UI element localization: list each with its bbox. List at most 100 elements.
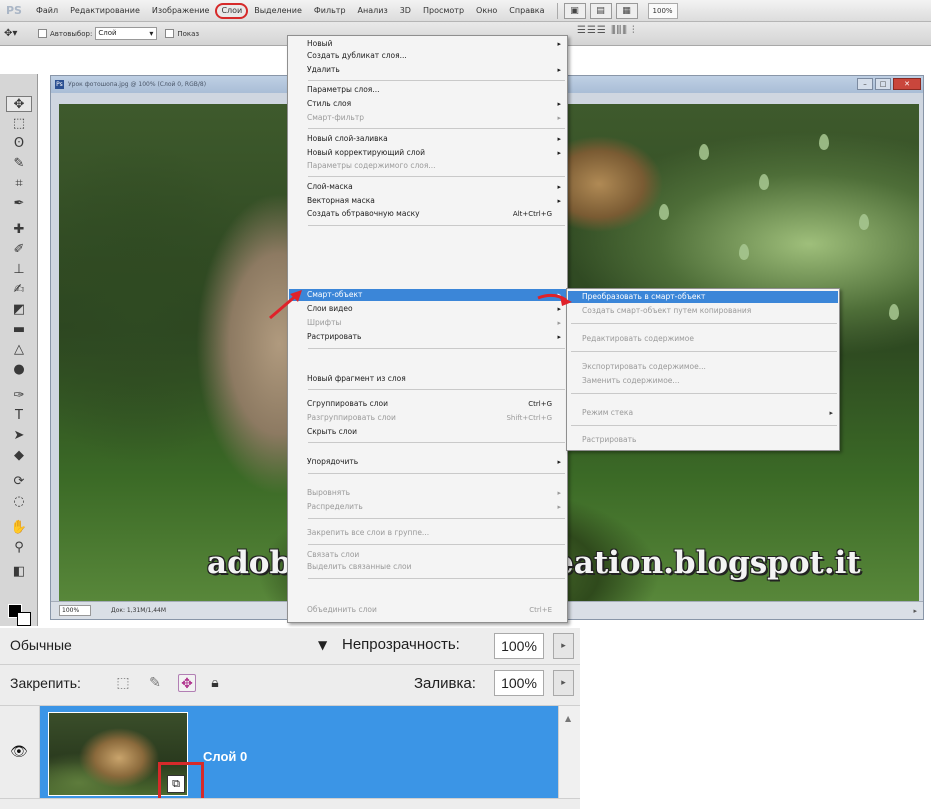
menu-item-new-smart-object-via-copy[interactable]: Создать смарт-объект путем копирования bbox=[568, 305, 838, 317]
menu-item-arrange[interactable]: Упорядочить ▸ bbox=[289, 456, 566, 468]
type-tool-icon[interactable]: T bbox=[6, 408, 32, 424]
healing-tool-icon[interactable]: ✚ bbox=[6, 222, 32, 238]
menu-item-convert-to-smart-object[interactable]: Преобразовать в смарт-объект bbox=[568, 291, 838, 303]
menu-item-replace-contents[interactable]: Заменить содержимое... bbox=[568, 375, 838, 387]
menu-file[interactable]: Файл bbox=[30, 3, 64, 19]
menu-item-align[interactable]: Выровнять ▸ bbox=[289, 487, 566, 499]
menu-item-label: Преобразовать в смарт-объект bbox=[582, 292, 706, 301]
menu-select[interactable]: Выделение bbox=[248, 3, 308, 19]
crop-tool-icon[interactable]: ⌗ bbox=[6, 176, 32, 192]
menu-window[interactable]: Окно bbox=[470, 3, 503, 19]
clone-stamp-tool-icon[interactable]: ⊥ bbox=[6, 262, 32, 278]
move-tool-icon[interactable]: ✥▾ bbox=[4, 28, 30, 39]
menu-item-layer-content-options[interactable]: Параметры содержимого слоя... bbox=[289, 160, 566, 172]
align-distribute-icons[interactable]: ☰☰☰ ⫼⫼⫼ ⫶ bbox=[577, 25, 636, 36]
menu-item-label: Удалить bbox=[307, 65, 340, 74]
eye-icon[interactable]: 👁︎ bbox=[10, 744, 28, 760]
menu-analysis[interactable]: Анализ bbox=[352, 3, 394, 19]
default-colors-icon[interactable]: ◧ bbox=[6, 564, 32, 580]
3d-orbit-tool-icon[interactable]: ◌ bbox=[6, 494, 32, 510]
menu-item-link-layers[interactable]: Связать слои bbox=[289, 549, 566, 561]
quick-select-tool-icon[interactable]: ✎ bbox=[6, 156, 32, 172]
menu-item-ungroup-layers[interactable]: Разгруппировать слои Shift+Ctrl+G bbox=[289, 412, 566, 424]
menu-item-smart-object[interactable]: Смарт-объект ▸ bbox=[289, 289, 566, 301]
menu-item-video-layers[interactable]: Слои видео ▸ bbox=[289, 303, 566, 315]
menu-help[interactable]: Справка bbox=[503, 3, 550, 19]
menu-item-select-linked-layers[interactable]: Выделить связанные слои bbox=[289, 561, 566, 573]
menu-item-new-adjustment-layer[interactable]: Новый корректирующий слой ▸ bbox=[289, 147, 566, 159]
menu-item-label: Выровнять bbox=[307, 488, 351, 497]
brush-tool-icon[interactable]: ✐ bbox=[6, 242, 32, 258]
move-tool-icon[interactable]: ✥ bbox=[6, 96, 32, 112]
menu-item-type[interactable]: Шрифты ▸ bbox=[289, 317, 566, 329]
menu-item-edit-contents[interactable]: Редактировать содержимое bbox=[568, 333, 838, 345]
tools-panel: ✥ ⬚ ʘ ✎ ⌗ ✒ ✚ ✐ ⊥ ✍ ◩ ▬ △ ● ✑ T ➤ ◆ ⟳ ◌ … bbox=[0, 74, 38, 626]
bridge-icon[interactable]: ▣ bbox=[563, 2, 586, 19]
layers-list: 👁︎ ⧉ Слой 0 ▲ bbox=[0, 628, 580, 809]
visibility-cell[interactable]: 👁︎ bbox=[0, 706, 40, 798]
background-color-swatch[interactable] bbox=[17, 612, 31, 626]
menu-item-delete[interactable]: Удалить ▸ bbox=[289, 64, 566, 76]
menu-item-smart-filter[interactable]: Смарт-фильтр ▸ bbox=[289, 112, 566, 124]
history-brush-tool-icon[interactable]: ✍ bbox=[6, 282, 32, 298]
status-scroll-arrow-icon[interactable]: ▸ bbox=[913, 607, 917, 615]
zoom-tool-icon[interactable]: ⚲ bbox=[6, 540, 32, 556]
menu-layer[interactable]: Слои bbox=[215, 2, 249, 19]
show-transform-checkbox[interactable] bbox=[165, 29, 175, 38]
menu-item-duplicate-layer[interactable]: Создать дубликат слоя... bbox=[289, 50, 566, 62]
menu-edit[interactable]: Редактирование bbox=[64, 3, 146, 19]
maximize-icon[interactable]: □ bbox=[875, 78, 891, 90]
shape-tool-icon[interactable]: ◆ bbox=[6, 448, 32, 464]
menu-item-layer-mask[interactable]: Слой-маска ▸ bbox=[289, 181, 566, 193]
menu-item-label: Смарт-фильтр bbox=[307, 113, 364, 122]
mini-bridge-icon[interactable]: ▤ bbox=[589, 2, 612, 19]
hand-tool-icon[interactable]: ✋ bbox=[6, 520, 32, 536]
menu-item-layer-style[interactable]: Стиль слоя ▸ bbox=[289, 98, 566, 110]
menu-item-create-clipping-mask[interactable]: Создать обтравочную маску Alt+Ctrl+G bbox=[289, 208, 566, 220]
eraser-tool-icon[interactable]: ◩ bbox=[6, 302, 32, 318]
menu-item-vector-mask[interactable]: Векторная маска ▸ bbox=[289, 195, 566, 207]
menu-item-group-layers[interactable]: Сгруппировать слои Ctrl+G bbox=[289, 398, 566, 410]
autoselect-checkbox[interactable] bbox=[38, 29, 47, 38]
blur-tool-icon[interactable]: △ bbox=[6, 342, 32, 358]
menu-filter[interactable]: Фильтр bbox=[308, 3, 352, 19]
leaf-shape bbox=[699, 144, 709, 160]
menu-item-distribute[interactable]: Распределить ▸ bbox=[289, 501, 566, 513]
menu-separator bbox=[308, 348, 565, 349]
menu-item-new-fill-layer[interactable]: Новый слой-заливка ▸ bbox=[289, 133, 566, 145]
lasso-tool-icon[interactable]: ʘ bbox=[6, 136, 32, 152]
status-zoom-field[interactable]: 100% bbox=[59, 605, 91, 616]
view-extras-icon[interactable]: ▦ bbox=[615, 2, 638, 19]
3d-rotate-tool-icon[interactable]: ⟳ bbox=[6, 474, 32, 490]
dodge-tool-icon[interactable]: ● bbox=[6, 362, 32, 378]
submenu-arrow-icon: ▸ bbox=[557, 135, 561, 143]
menu-image[interactable]: Изображение bbox=[146, 3, 216, 19]
zoom-level-select[interactable]: 100% bbox=[647, 2, 678, 19]
autoselect-select[interactable]: Слой bbox=[95, 27, 158, 40]
layer-name[interactable]: Слой 0 bbox=[203, 749, 247, 764]
menu-item-stack-mode[interactable]: Режим стека ▸ bbox=[568, 407, 838, 419]
menu-view[interactable]: Просмотр bbox=[417, 3, 470, 19]
menu-item-hide-layers[interactable]: Скрыть слои bbox=[289, 426, 566, 438]
minimize-icon[interactable]: – bbox=[857, 78, 873, 90]
menu-item-export-contents[interactable]: Экспортировать содержимое... bbox=[568, 361, 838, 373]
menu-item-new-slice-from-layer[interactable]: Новый фрагмент из слоя bbox=[289, 373, 566, 385]
layers-scrollbar[interactable]: ▲ bbox=[558, 706, 580, 798]
submenu-arrow-icon: ▸ bbox=[557, 503, 561, 511]
close-icon[interactable]: ✕ bbox=[893, 78, 921, 90]
gradient-tool-icon[interactable]: ▬ bbox=[6, 322, 32, 338]
menu-3d[interactable]: 3D bbox=[394, 3, 417, 19]
path-select-tool-icon[interactable]: ➤ bbox=[6, 428, 32, 444]
eyedropper-tool-icon[interactable]: ✒ bbox=[6, 196, 32, 212]
menu-item-new[interactable]: Новый ▸ bbox=[289, 38, 566, 50]
pen-tool-icon[interactable]: ✑ bbox=[6, 388, 32, 404]
menu-item-lock-all-layers[interactable]: Закрепить все слои в группе... bbox=[289, 527, 566, 539]
menu-item-merge-layers[interactable]: Объединить слои Ctrl+E bbox=[289, 604, 566, 616]
marquee-tool-icon[interactable]: ⬚ bbox=[6, 116, 32, 132]
menu-separator bbox=[308, 176, 565, 177]
menu-item-rasterize-smart[interactable]: Растрировать bbox=[568, 434, 838, 446]
menu-item-rasterize[interactable]: Растрировать ▸ bbox=[289, 331, 566, 343]
menu-item-label: Связать слои bbox=[307, 550, 360, 559]
menu-item-layer-properties[interactable]: Параметры слоя... bbox=[289, 84, 566, 96]
scroll-up-icon[interactable]: ▲ bbox=[565, 714, 571, 723]
